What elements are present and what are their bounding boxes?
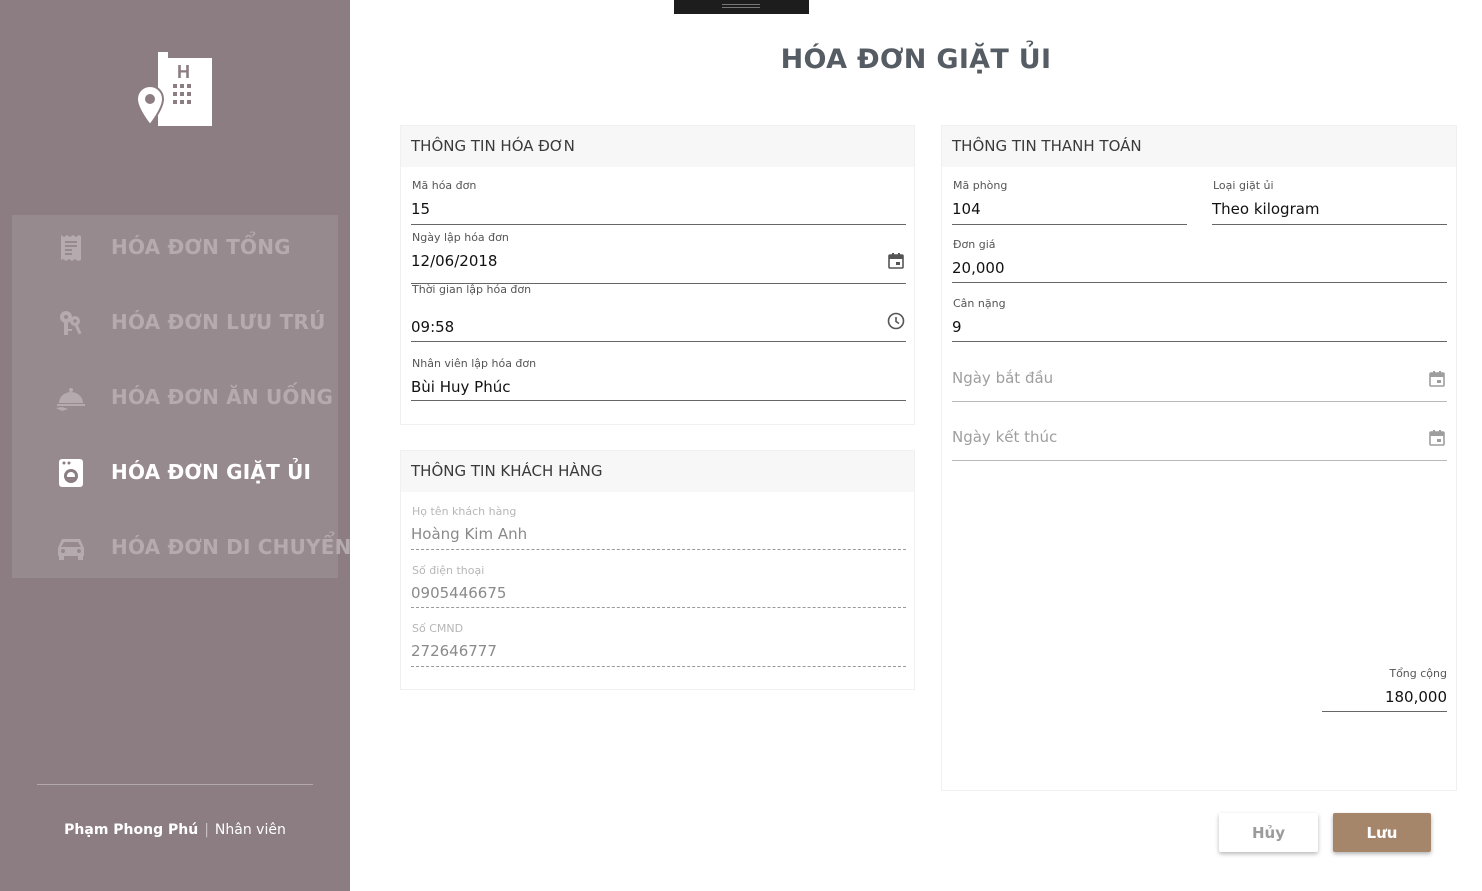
card-title: THÔNG TIN KHÁCH HÀNG [411, 462, 603, 480]
sidebar-item-label: HÓA ĐƠN DI CHUYỂN [111, 535, 352, 559]
field-label: Số CMND [412, 622, 464, 635]
invoice-time-field[interactable]: Thời gian lập hóa đơn 09:58 [411, 283, 906, 343]
user-separator: | [204, 822, 209, 838]
field-placeholder: Ngày kết thúc [952, 428, 1058, 446]
laundry-type-field[interactable]: Loại giặt ủi Theo kilogram [1212, 179, 1447, 225]
invoice-id-field[interactable]: Mã hóa đơn 15 [411, 179, 906, 225]
user-name: Phạm Phong Phú [64, 822, 199, 838]
sidebar-item-stay-invoice[interactable]: HÓA ĐƠN LƯU TRÚ [12, 290, 338, 365]
field-underline [952, 460, 1447, 461]
sidebar-item-label: HÓA ĐƠN GIẶT ỦI [111, 460, 312, 484]
customer-id-card-field: Số CMND 272646777 [411, 622, 906, 668]
payment-info-card: THÔNG TIN THANH TOÁN Mã phòng 104 Loại g… [941, 125, 1457, 791]
field-value: 9 [952, 318, 962, 336]
end-date-field[interactable]: Ngày kết thúc [952, 428, 1447, 462]
cancel-button[interactable]: Hủy [1219, 813, 1318, 852]
calendar-icon[interactable] [1427, 428, 1447, 448]
field-underline [952, 224, 1187, 225]
field-underline [1212, 224, 1447, 225]
unit-price-field[interactable]: Đơn giá 20,000 [952, 238, 1447, 284]
food-cloche-icon [56, 383, 86, 413]
field-value: 0905446675 [411, 584, 507, 602]
field-underline [411, 400, 906, 401]
field-value: 20,000 [952, 259, 1005, 277]
field-underline [411, 224, 906, 225]
field-value: Theo kilogram [1212, 200, 1320, 218]
field-label: Tổng cộng [1389, 667, 1447, 680]
field-label: Đơn giá [953, 238, 996, 251]
receipt-icon [56, 233, 86, 263]
field-label: Thời gian lập hóa đơn [412, 283, 532, 296]
start-date-field[interactable]: Ngày bắt đầu [952, 369, 1447, 403]
field-value: 180,000 [1384, 688, 1447, 706]
user-info: Phạm Phong Phú | Nhân viên [0, 822, 350, 838]
field-label: Số điện thoại [412, 564, 485, 577]
field-underline [411, 549, 906, 550]
staff-field[interactable]: Nhân viên lập hóa đơn Bùi Huy Phúc [411, 357, 906, 402]
invoice-info-card: THÔNG TIN HÓA ĐƠN Mã hóa đơn 15 Ngày lập… [400, 125, 915, 425]
field-underline [952, 401, 1447, 402]
field-label: Mã phòng [953, 179, 1008, 192]
field-value: 15 [411, 200, 431, 218]
sidebar-item-food-invoice[interactable]: HÓA ĐƠN ĂN UỐNG [12, 365, 338, 440]
keys-icon [56, 308, 86, 338]
sidebar-divider [37, 784, 313, 785]
field-label: Loại giặt ủi [1213, 179, 1274, 192]
field-label: Mã hóa đơn [412, 179, 477, 192]
handle-line [722, 4, 760, 5]
page-title: HÓA ĐƠN GIẶT ỦI [780, 44, 1052, 75]
field-underline [411, 666, 906, 667]
hotel-logo-icon: H [135, 50, 216, 128]
total-field: Tổng cộng 180,000 [1322, 667, 1447, 713]
field-underline [1322, 711, 1447, 712]
customer-info-card: THÔNG TIN KHÁCH HÀNG Họ tên khách hàng H… [400, 450, 915, 690]
field-value: 12/06/2018 [411, 252, 498, 270]
card-header: THÔNG TIN KHÁCH HÀNG [401, 451, 914, 492]
calendar-icon[interactable] [1427, 369, 1447, 389]
field-label: Ngày lập hóa đơn [412, 231, 509, 244]
field-value: 09:58 [411, 318, 455, 336]
room-field[interactable]: Mã phòng 104 [952, 179, 1187, 225]
car-icon [56, 533, 86, 563]
sidebar-item-label: HÓA ĐƠN TỔNG [111, 235, 291, 259]
save-button[interactable]: Lưu [1333, 813, 1431, 852]
card-title: THÔNG TIN HÓA ĐƠN [411, 137, 575, 155]
field-underline [952, 282, 1447, 283]
invoice-date-field[interactable]: Ngày lập hóa đơn 12/06/2018 [411, 231, 906, 284]
card-header: THÔNG TIN THANH TOÁN [942, 126, 1456, 167]
field-label: Nhân viên lập hóa đơn [412, 357, 537, 370]
clock-icon[interactable] [886, 311, 906, 331]
field-placeholder: Ngày bắt đầu [952, 369, 1054, 387]
sidebar-item-total-invoice[interactable]: HÓA ĐƠN TỔNG [12, 215, 338, 290]
field-underline [952, 341, 1447, 342]
field-label: Họ tên khách hàng [412, 505, 517, 518]
handle-line [722, 7, 760, 8]
window-drag-handle[interactable] [674, 0, 809, 14]
calendar-icon[interactable] [886, 251, 906, 271]
washing-machine-icon [56, 458, 86, 488]
field-value: Hoàng Kim Anh [411, 525, 528, 543]
sidebar: H HÓA ĐƠN TỔNG HÓA ĐƠN LƯU TRÚ HÓA ĐƠN Ă… [0, 0, 351, 891]
field-value: Bùi Huy Phúc [411, 378, 511, 396]
field-value: 104 [952, 200, 981, 218]
card-title: THÔNG TIN THANH TOÁN [952, 137, 1142, 155]
weight-field[interactable]: Cân nặng 9 [952, 297, 1447, 343]
field-label: Cân nặng [953, 297, 1006, 310]
sidebar-item-transport-invoice[interactable]: HÓA ĐƠN DI CHUYỂN [12, 515, 351, 590]
card-header: THÔNG TIN HÓA ĐƠN [401, 126, 914, 167]
sidebar-item-label: HÓA ĐƠN ĂN UỐNG [111, 385, 334, 409]
sidebar-item-laundry-invoice[interactable]: HÓA ĐƠN GIẶT ỦI [12, 440, 338, 515]
customer-phone-field: Số điện thoại 0905446675 [411, 564, 906, 610]
field-value: 272646777 [411, 642, 497, 660]
svg-text:H: H [177, 62, 190, 82]
sidebar-menu: HÓA ĐƠN TỔNG HÓA ĐƠN LƯU TRÚ HÓA ĐƠN ĂN … [12, 215, 351, 578]
sidebar-item-label: HÓA ĐƠN LƯU TRÚ [111, 310, 326, 334]
user-role: Nhân viên [214, 822, 286, 838]
field-underline [411, 607, 906, 608]
field-underline [411, 341, 906, 342]
customer-name-field: Họ tên khách hàng Hoàng Kim Anh [411, 505, 906, 551]
